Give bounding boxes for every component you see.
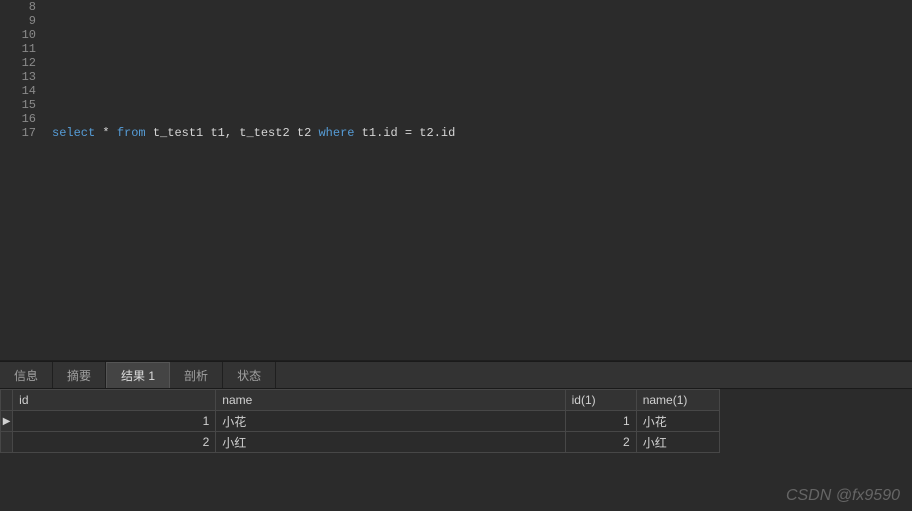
- token: t1.id = t2.id: [354, 126, 455, 140]
- tab-3[interactable]: 剖析: [170, 362, 223, 388]
- line-number: 14: [10, 84, 36, 98]
- keyword-select: select: [52, 126, 95, 140]
- tab-1[interactable]: 摘要: [53, 362, 106, 388]
- cell-name1[interactable]: 小花: [636, 411, 719, 432]
- header-row: id name id(1) name(1): [1, 390, 720, 411]
- code-line[interactable]: [52, 14, 455, 28]
- tab-4[interactable]: 状态: [223, 362, 276, 388]
- results-tabbar: 信息摘要结果 1剖析状态: [0, 361, 912, 389]
- tab-0[interactable]: 信息: [0, 362, 53, 388]
- cell-name[interactable]: 小花: [216, 411, 565, 432]
- code-line[interactable]: [52, 28, 455, 42]
- code-line[interactable]: [52, 56, 455, 70]
- cell-id1[interactable]: 1: [565, 411, 636, 432]
- column-header-id[interactable]: id: [13, 390, 216, 411]
- code-line[interactable]: [52, 84, 455, 98]
- row-marker-header: [1, 390, 13, 411]
- line-number: 12: [10, 56, 36, 70]
- line-number: 10: [10, 28, 36, 42]
- tab-2[interactable]: 结果 1: [106, 362, 170, 388]
- keyword-where: where: [318, 126, 354, 140]
- cell-name[interactable]: 小红: [216, 432, 565, 453]
- code-line[interactable]: [52, 70, 455, 84]
- code-line[interactable]: [52, 42, 455, 56]
- column-header-id1[interactable]: id(1): [565, 390, 636, 411]
- line-gutter: 891011121314151617: [0, 0, 42, 360]
- code-line[interactable]: [52, 112, 455, 126]
- keyword-from: from: [117, 126, 146, 140]
- token: *: [95, 126, 117, 140]
- token: t_test1 t1, t_test2 t2: [146, 126, 319, 140]
- row-marker: [1, 432, 13, 453]
- cell-id[interactable]: 1: [13, 411, 216, 432]
- code-line[interactable]: [52, 98, 455, 112]
- line-number: 16: [10, 112, 36, 126]
- line-number: 13: [10, 70, 36, 84]
- results-grid[interactable]: id name id(1) name(1) ▶1小花1小花2小红2小红: [0, 389, 720, 453]
- line-number: 8: [10, 0, 36, 14]
- sql-editor[interactable]: 891011121314151617 select * from t_test1…: [0, 0, 912, 361]
- row-marker: ▶: [1, 411, 13, 432]
- table-row[interactable]: 2小红2小红: [1, 432, 720, 453]
- line-number: 9: [10, 14, 36, 28]
- code-area[interactable]: select * from t_test1 t1, t_test2 t2 whe…: [42, 0, 455, 360]
- watermark: CSDN @fx9590: [786, 487, 900, 505]
- column-header-name[interactable]: name: [216, 390, 565, 411]
- results-panel: id name id(1) name(1) ▶1小花1小花2小红2小红: [0, 389, 912, 453]
- code-line[interactable]: select * from t_test1 t1, t_test2 t2 whe…: [52, 126, 455, 140]
- line-number: 15: [10, 98, 36, 112]
- column-header-name1[interactable]: name(1): [636, 390, 719, 411]
- table-row[interactable]: ▶1小花1小花: [1, 411, 720, 432]
- line-number: 11: [10, 42, 36, 56]
- code-line[interactable]: [52, 0, 455, 14]
- cell-id1[interactable]: 2: [565, 432, 636, 453]
- cell-name1[interactable]: 小红: [636, 432, 719, 453]
- cell-id[interactable]: 2: [13, 432, 216, 453]
- line-number: 17: [10, 126, 36, 140]
